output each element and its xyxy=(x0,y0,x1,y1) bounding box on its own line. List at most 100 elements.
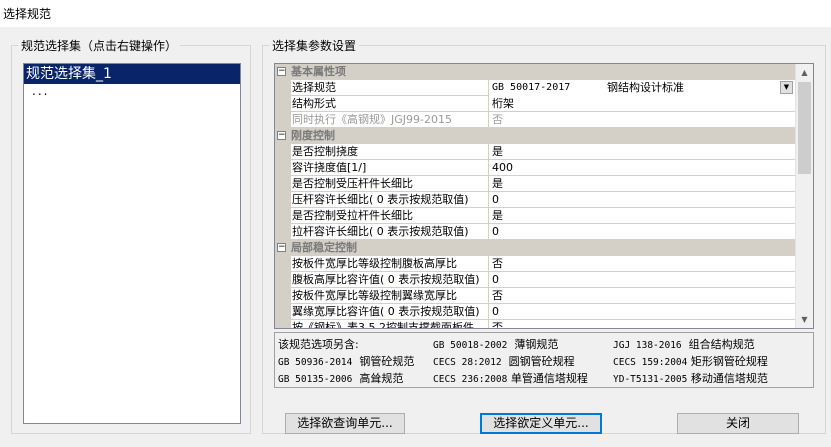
grid-property-row[interactable]: 压杆容许长细比( 0 表示按规范取值) 0 xyxy=(275,192,795,208)
extra-code-entry: JGJ 138-2016 组合结构规范 xyxy=(613,336,755,352)
grid-property-row[interactable]: 腹板高厚比容许值( 0 表示按规范取值) 0 xyxy=(275,272,795,288)
property-name: 容许挠度值[1/] xyxy=(291,160,489,176)
set-params-group-legend: 选择集参数设置 xyxy=(269,37,360,54)
property-name: 结构形式 xyxy=(291,96,489,112)
grid-gutter xyxy=(275,304,291,320)
extra-code-name: 移动通信塔规范 xyxy=(690,372,768,385)
scroll-up-icon[interactable]: ▲ xyxy=(796,64,813,81)
grid-property-row[interactable]: 容许挠度值[1/] 400 xyxy=(275,160,795,176)
property-value[interactable]: 0 xyxy=(489,272,795,288)
extra-code-name: 组合结构规范 xyxy=(688,338,755,351)
dropdown-arrow-icon[interactable]: ▼ xyxy=(780,81,793,94)
grid-property-row[interactable]: 是否控制挠度是 xyxy=(275,144,795,160)
grid-category-label: 基本属性项 xyxy=(291,65,346,78)
grid-gutter xyxy=(275,96,291,112)
extra-code-name: 矩形钢管砼规程 xyxy=(690,355,768,368)
property-name: 按《钢标》表3.5.2控制支撑截面板件 xyxy=(291,320,489,328)
grid-gutter xyxy=(275,288,291,304)
grid-gutter xyxy=(275,80,291,96)
grid-gutter xyxy=(275,192,291,208)
window-title: 选择规范 xyxy=(3,7,52,21)
scroll-thumb[interactable] xyxy=(798,82,811,174)
rule-set-list[interactable]: 规范选择集_1 ... xyxy=(23,63,241,424)
property-value[interactable]: 否 xyxy=(489,288,795,304)
collapse-icon[interactable]: − xyxy=(277,243,286,252)
property-value[interactable]: 是 xyxy=(489,176,795,192)
grid-category-label: 局部稳定控制 xyxy=(291,241,357,254)
extra-code-entry: GB 50135-2006 高耸规范 xyxy=(278,370,403,386)
extra-code-id: CECS 159:2004 xyxy=(613,357,688,368)
grid-gutter xyxy=(275,272,291,288)
extra-code-id: CECS 236:2008 xyxy=(433,374,508,385)
grid-gutter xyxy=(275,224,291,240)
select-define-units-button[interactable]: 选择欲定义单元... xyxy=(480,413,602,434)
code-select-dropdown[interactable]: GB 50017-2017 钢结构设计标准 ▼ xyxy=(489,80,795,96)
property-value[interactable]: 400 xyxy=(489,160,795,176)
property-value[interactable]: 桁架 xyxy=(489,96,795,112)
select-query-units-button[interactable]: 选择欲查询单元... xyxy=(285,413,405,434)
extra-code-entry: CECS 28:2012 圆钢管砼规程 xyxy=(433,353,575,369)
scroll-down-icon[interactable]: ▼ xyxy=(796,311,813,328)
collapse-icon[interactable]: − xyxy=(277,131,286,140)
grid-property-row[interactable]: 同时执行《高钢规》JGJ99-2015 否 xyxy=(275,112,795,128)
property-name: 选择规范 xyxy=(291,80,489,96)
extra-codes-intro: 该规范选项另含: xyxy=(278,338,359,351)
title-bar: 选择规范 xyxy=(0,0,831,27)
grid-gutter xyxy=(275,256,291,272)
extra-codes-panel: 该规范选项另含: GB 50018-2002 薄钢规范 JGJ 138-2016… xyxy=(274,332,814,388)
extra-code-entry: GB 50018-2002 薄钢规范 xyxy=(433,336,558,352)
rule-set-item-selected[interactable]: 规范选择集_1 xyxy=(24,64,240,84)
property-value[interactable]: 是 xyxy=(489,144,795,160)
grid-property-row[interactable]: 是否控制受拉杆件长细比是 xyxy=(275,208,795,224)
property-value[interactable]: 0 xyxy=(489,224,795,240)
property-name: 翼缘宽厚比容许值( 0 表示按规范取值) xyxy=(291,304,489,320)
property-grid-body: − 基本属性项 选择规范 GB 50017-2017 钢结构设计标准 ▼ 结构形式 桁架 同时执… xyxy=(275,64,795,328)
grid-property-row[interactable]: 按板件宽厚比等级控制腹板高厚比否 xyxy=(275,256,795,272)
property-value[interactable]: 0 xyxy=(489,192,795,208)
grid-gutter xyxy=(275,320,291,328)
property-name: 腹板高厚比容许值( 0 表示按规范取值) xyxy=(291,272,489,288)
extra-code-entry: CECS 236:2008 单管通信塔规程 xyxy=(433,370,588,386)
rule-set-group: 规范选择集（点击右键操作） 规范选择集_1 ... xyxy=(11,37,251,434)
grid-property-row[interactable]: 按板件宽厚比等级控制翼缘宽厚比否 xyxy=(275,288,795,304)
property-value[interactable]: 否 xyxy=(489,320,795,328)
grid-property-row[interactable]: 选择规范 GB 50017-2017 钢结构设计标准 ▼ xyxy=(275,80,795,96)
collapse-icon[interactable]: − xyxy=(277,67,286,76)
grid-property-row[interactable]: 按《钢标》表3.5.2控制支撑截面板件否 xyxy=(275,320,795,328)
extra-code-entry: GB 50936-2014 钢管砼规范 xyxy=(278,353,414,369)
grid-category[interactable]: − 局部稳定控制 xyxy=(275,240,795,256)
extra-code-name: 高耸规范 xyxy=(359,372,404,385)
extra-code-id: GB 50018-2002 xyxy=(433,340,508,351)
property-grid-scrollbar[interactable]: ▲ ▼ xyxy=(795,64,813,328)
extra-code-id: YD-T5131-2005 xyxy=(613,374,688,385)
property-value[interactable]: 否 xyxy=(489,256,795,272)
grid-gutter xyxy=(275,176,291,192)
grid-gutter xyxy=(275,208,291,224)
grid-category-label: 刚度控制 xyxy=(291,129,335,142)
property-value: 否 xyxy=(489,112,795,128)
property-name: 是否控制受拉杆件长细比 xyxy=(291,208,489,224)
extra-code-name: 单管通信塔规程 xyxy=(510,372,588,385)
property-value[interactable]: 0 xyxy=(489,304,795,320)
grid-category[interactable]: − 刚度控制 xyxy=(275,128,795,144)
extra-code-name: 薄钢规范 xyxy=(514,338,559,351)
set-params-group: 选择集参数设置 − 基本属性项 选择规范 GB 50017-2017 钢结构设计标准 ▼ 结… xyxy=(262,37,826,434)
grid-property-row[interactable]: 结构形式 桁架 xyxy=(275,96,795,112)
rule-set-item-more[interactable]: ... xyxy=(24,84,240,100)
property-name: 按板件宽厚比等级控制翼缘宽厚比 xyxy=(291,288,489,304)
selected-code-id: GB 50017-2017 xyxy=(492,82,571,93)
grid-property-row[interactable]: 是否控制受压杆件长细比是 xyxy=(275,176,795,192)
grid-property-row[interactable]: 翼缘宽厚比容许值( 0 表示按规范取值) 0 xyxy=(275,304,795,320)
grid-property-row[interactable]: 拉杆容许长细比( 0 表示按规范取值) 0 xyxy=(275,224,795,240)
extra-code-name: 圆钢管砼规程 xyxy=(508,355,575,368)
property-name: 按板件宽厚比等级控制腹板高厚比 xyxy=(291,256,489,272)
property-name: 同时执行《高钢规》JGJ99-2015 xyxy=(291,112,489,128)
extra-code-id: GB 50135-2006 xyxy=(278,374,353,385)
property-value[interactable]: 是 xyxy=(489,208,795,224)
extra-code-id: GB 50936-2014 xyxy=(278,357,353,368)
selected-code-title: 钢结构设计标准 xyxy=(607,81,684,94)
grid-category[interactable]: − 基本属性项 xyxy=(275,64,795,80)
close-button[interactable]: 关闭 xyxy=(677,413,799,434)
property-grid[interactable]: − 基本属性项 选择规范 GB 50017-2017 钢结构设计标准 ▼ 结构形式 桁架 同时执… xyxy=(274,63,814,329)
extra-code-name: 钢管砼规范 xyxy=(359,355,415,368)
